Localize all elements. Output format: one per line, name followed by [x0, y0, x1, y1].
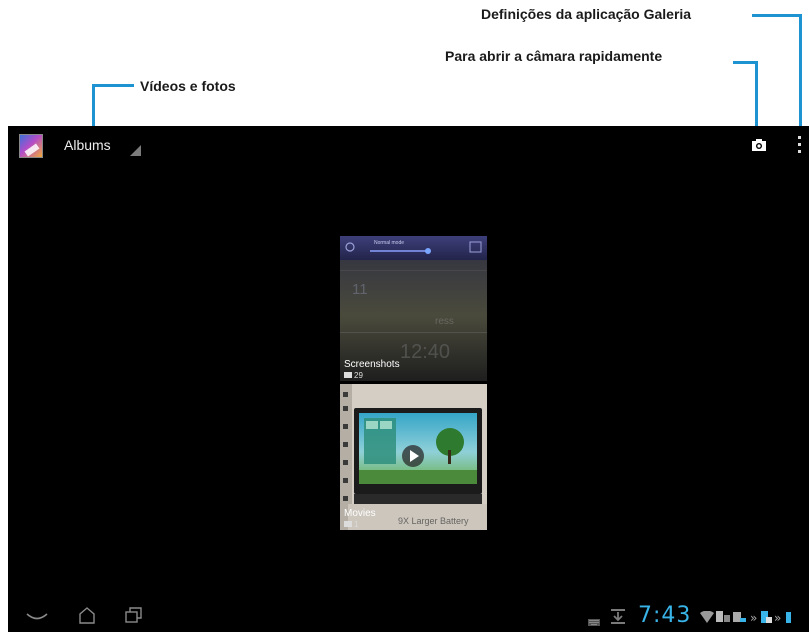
album-title: Screenshots: [344, 359, 400, 370]
dropdown-indicator-icon[interactable]: [130, 145, 141, 156]
action-bar: Albums: [8, 126, 809, 166]
back-icon[interactable]: [26, 610, 48, 628]
album-item-count: 29: [344, 371, 363, 380]
leader-line-camera-v: [755, 61, 758, 131]
leader-line-albums-v: [92, 84, 95, 130]
leader-line-settings-h: [752, 14, 802, 17]
album-selector[interactable]: Albums: [64, 137, 111, 153]
album-card-movies[interactable]: 9X Larger Battery Movies 1: [340, 384, 487, 530]
album-item-count: 1: [344, 520, 358, 529]
svg-text:12:40: 12:40: [400, 341, 450, 363]
home-icon[interactable]: [78, 606, 96, 629]
battery-icon: [786, 612, 791, 623]
svg-text:11: 11: [352, 281, 368, 298]
gallery-app-icon[interactable]: [19, 134, 43, 158]
leader-line-settings-v: [799, 14, 802, 130]
camera-icon[interactable]: [751, 137, 767, 153]
callout-quick-camera: Para abrir a câmara rapidamente: [445, 48, 663, 64]
callout-gallery-settings: Definições da aplicação Galeria: [481, 6, 692, 22]
mode-label: Normal mode: [374, 240, 405, 246]
gallery-screen: Albums 11 ress 12:40 Screenshots 29 Norm…: [8, 126, 809, 632]
callout-videos-photos: Vídeos e fotos: [140, 78, 236, 94]
notification-icons: » »: [716, 609, 806, 625]
svg-text:»: »: [750, 611, 757, 625]
status-clock: 7:43: [638, 603, 692, 628]
wifi-icon: [700, 610, 714, 628]
album-card-screenshots[interactable]: 11 ress 12:40 Screenshots 29 Normal mode: [340, 236, 487, 381]
folder-icon: [344, 521, 352, 527]
system-bar: 7:43 » »: [8, 600, 809, 632]
download-icon: [611, 609, 625, 630]
keyboard-icon: [588, 613, 600, 631]
svg-text:»: »: [774, 611, 781, 625]
recent-apps-icon[interactable]: [125, 606, 143, 629]
leader-line-albums-h: [92, 84, 134, 87]
svg-text:9X Larger Battery: 9X Larger Battery: [398, 516, 469, 526]
svg-text:ress: ress: [435, 316, 454, 327]
folder-icon: [344, 372, 352, 378]
album-title: Movies: [344, 508, 376, 519]
overflow-menu-icon[interactable]: [796, 134, 804, 156]
